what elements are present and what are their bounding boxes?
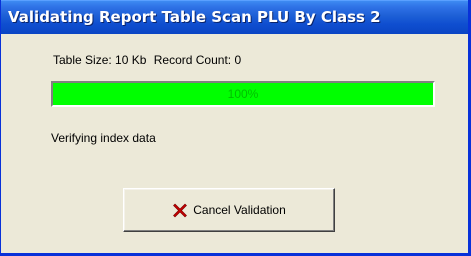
window-title: Validating Report Table Scan PLU By Clas… [8, 8, 381, 26]
cancel-validation-button[interactable]: Cancel Validation [123, 188, 335, 232]
cancel-validation-label: Cancel Validation [193, 203, 286, 217]
red-x-icon [172, 202, 188, 218]
table-info: Table Size: 10 Kb Record Count: 0 [53, 53, 241, 67]
title-bar[interactable]: Validating Report Table Scan PLU By Clas… [1, 0, 468, 34]
progress-percent-label: 100% [227, 87, 259, 101]
progress-bar: 100% [51, 81, 435, 107]
status-text: Verifying index data [51, 131, 156, 145]
table-size-label: Table Size: 10 Kb [53, 53, 147, 67]
record-count-label: Record Count: 0 [153, 53, 242, 67]
validation-dialog: Validating Report Table Scan PLU By Clas… [0, 0, 471, 256]
